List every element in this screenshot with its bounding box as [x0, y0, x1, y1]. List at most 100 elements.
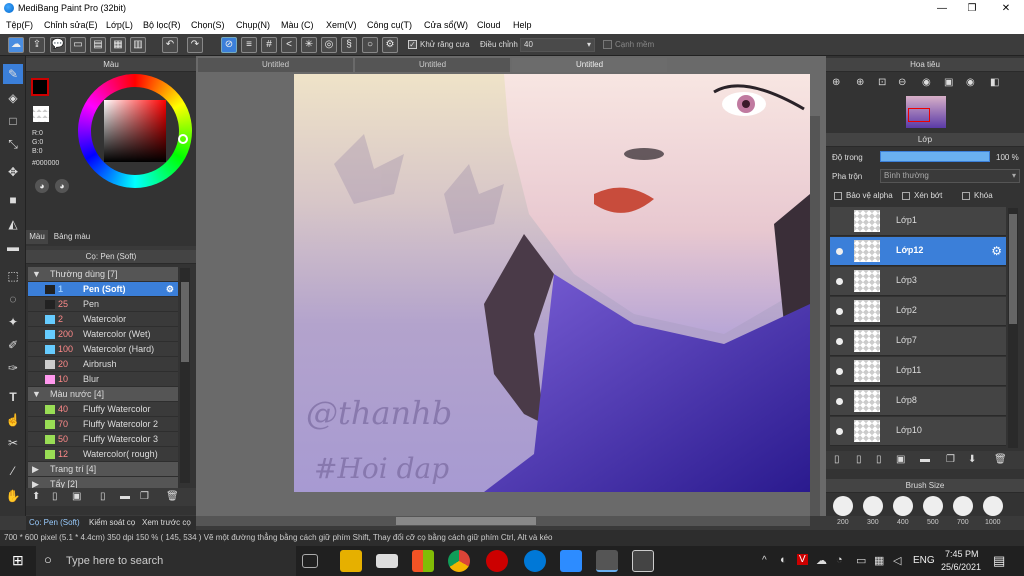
file-explorer-icon[interactable]	[340, 550, 362, 572]
smooth-edge-checkbox[interactable]	[603, 40, 612, 49]
opacity-slider[interactable]	[880, 151, 990, 162]
brush-add-icon[interactable]: ⬆	[32, 491, 40, 502]
canvas-scroll-thumb[interactable]	[396, 517, 536, 525]
transparent-swatch[interactable]	[33, 106, 49, 122]
edge-icon[interactable]	[524, 550, 546, 572]
chevron-up-icon[interactable]: ^	[762, 555, 767, 566]
undo-icon[interactable]: ↶	[162, 37, 178, 53]
layer-row[interactable]: Lớp7	[830, 327, 1006, 356]
navigator-viewport[interactable]	[908, 108, 930, 122]
select-eraser-tool-icon[interactable]: ✑	[3, 358, 23, 378]
collapse-arrow-icon[interactable]: ▼	[32, 387, 41, 402]
cross-snap-icon[interactable]: #	[261, 37, 277, 53]
brush-row[interactable]: 25 Pen	[28, 297, 178, 312]
palette-icon[interactable]: ◕	[35, 179, 49, 193]
settings-icon[interactable]: ⚙	[382, 37, 398, 53]
layer-scroll-thumb[interactable]	[1009, 214, 1017, 324]
flip-icon[interactable]: ◧	[990, 77, 999, 88]
layout-icon[interactable]: ▥	[130, 37, 146, 53]
visibility-eye-icon[interactable]	[836, 278, 843, 285]
brush-menu-icon[interactable]: ▣	[72, 491, 81, 502]
layer-row[interactable]: Lớp10	[830, 417, 1006, 446]
new-layer-icon[interactable]: ▯	[834, 454, 840, 465]
clock-time[interactable]: 7:45 PM	[945, 549, 979, 559]
brush-size-1000[interactable]	[983, 496, 1003, 516]
edit-tool-icon[interactable]: ⤡	[3, 134, 23, 154]
move-tool-icon[interactable]: ✥	[3, 162, 23, 182]
brush-row[interactable]: 2 Watercolor	[28, 312, 178, 327]
lock-checkbox[interactable]	[962, 192, 970, 200]
tab-palette[interactable]: Bảng màu	[50, 230, 94, 244]
tab-untitled-2[interactable]: Untitled	[355, 58, 510, 72]
visibility-eye-icon[interactable]	[836, 368, 843, 375]
document-icon[interactable]: ▤	[90, 37, 106, 53]
store-icon[interactable]	[412, 550, 434, 572]
navigator-preview[interactable]	[906, 96, 946, 128]
menu-select[interactable]: Chọn(S)	[191, 20, 225, 30]
tray-v-icon[interactable]: V	[797, 554, 808, 565]
menu-view[interactable]: Xem(V)	[326, 20, 357, 30]
saturation-square[interactable]	[104, 100, 166, 162]
clip-checkbox[interactable]	[902, 192, 910, 200]
brush-size-700[interactable]	[953, 496, 973, 516]
blend-dropdown[interactable]: Bình thường ▾	[880, 169, 1020, 183]
tray-power-icon[interactable]: ▭	[856, 554, 866, 567]
menu-filter[interactable]: Bộ lọc(R)	[143, 20, 181, 30]
brush-scroll-thumb[interactable]	[181, 282, 189, 362]
maximize-button[interactable]: ❐	[956, 0, 988, 17]
select-pen-tool-icon[interactable]: ✐	[3, 335, 23, 355]
fit-icon[interactable]: ⊡	[878, 77, 886, 88]
vanish-snap-icon[interactable]: <	[281, 37, 297, 53]
menu-help[interactable]: Help	[513, 20, 532, 30]
duplicate-layer-icon[interactable]: ❐	[946, 454, 955, 465]
minimize-button[interactable]: —	[926, 0, 958, 17]
tray-network-icon[interactable]: ▦	[874, 554, 884, 567]
menu-layer[interactable]: Lớp(L)	[106, 20, 133, 30]
layer-row[interactable]: Lớp1	[830, 207, 1006, 236]
lasso-tool-icon[interactable]: ◌	[3, 289, 23, 309]
menu-capture[interactable]: Chụp(N)	[236, 20, 270, 30]
protect-alpha-checkbox[interactable]	[834, 192, 842, 200]
tray-cloud-icon[interactable]: ☁	[816, 554, 827, 567]
layer-row[interactable]: Lớp2	[830, 297, 1006, 326]
brush-duplicate-icon[interactable]: ❐	[140, 491, 149, 502]
zoom-in-icon[interactable]: ⊕	[832, 77, 840, 88]
brush-size-300[interactable]	[863, 496, 883, 516]
brush-row[interactable]: 50 Fluffy Watercolor 3	[28, 432, 178, 447]
brush-size-400[interactable]	[893, 496, 913, 516]
circle-snap-icon[interactable]: ◎	[321, 37, 337, 53]
layer-settings-icon[interactable]: ⚙	[991, 244, 1002, 258]
brush-row[interactable]: 12 Watercolor( rough)	[28, 447, 178, 462]
primary-color-swatch[interactable]	[31, 78, 49, 96]
brush-scrollbar[interactable]	[180, 268, 190, 483]
share-icon[interactable]: ⇪	[29, 37, 45, 53]
eraser-tool-icon[interactable]: ◈	[3, 88, 23, 108]
close-button[interactable]: ✕	[990, 0, 1022, 17]
layer-row[interactable]: Lớp3	[830, 267, 1006, 296]
canvas-vertical-scrollbar[interactable]	[810, 116, 820, 516]
text-tool-icon[interactable]: T	[3, 387, 23, 407]
brush-row[interactable]: 20 Airbrush	[28, 357, 178, 372]
hand-tool-icon[interactable]: ✋	[3, 486, 23, 506]
magic-wand-tool-icon[interactable]: ✦	[3, 312, 23, 332]
layer-folder-icon[interactable]: ▬	[920, 454, 930, 465]
new-halftone-layer-icon[interactable]: ▯	[876, 454, 882, 465]
select-tool-icon[interactable]: ⬚	[3, 266, 23, 286]
visibility-eye-icon[interactable]	[836, 338, 843, 345]
chrome-icon[interactable]	[448, 550, 470, 572]
visibility-eye-icon[interactable]	[836, 308, 843, 315]
menu-edit[interactable]: Chỉnh sửa(E)	[44, 20, 98, 30]
clock-date[interactable]: 25/6/2021	[941, 562, 981, 572]
palette-add-icon[interactable]: ◕	[55, 179, 69, 193]
taskbar-search[interactable]: ○ Type here to search	[36, 546, 296, 576]
menu-cloud[interactable]: Cloud	[477, 20, 501, 30]
cloud-icon[interactable]: ☁	[8, 37, 24, 53]
tab-brush-control[interactable]: Kiểm soát cọ	[89, 518, 135, 527]
layer-row[interactable]: Lớp11	[830, 357, 1006, 386]
hue-wheel[interactable]	[78, 74, 192, 188]
brush-row[interactable]: 100 Watercolor (Hard)	[28, 342, 178, 357]
snap-off-icon[interactable]: ⊘	[221, 37, 237, 53]
opera-icon[interactable]	[486, 550, 508, 572]
brush-tool-icon[interactable]: ✎	[3, 64, 23, 84]
windows-start-icon[interactable]: ⊞	[12, 552, 24, 569]
